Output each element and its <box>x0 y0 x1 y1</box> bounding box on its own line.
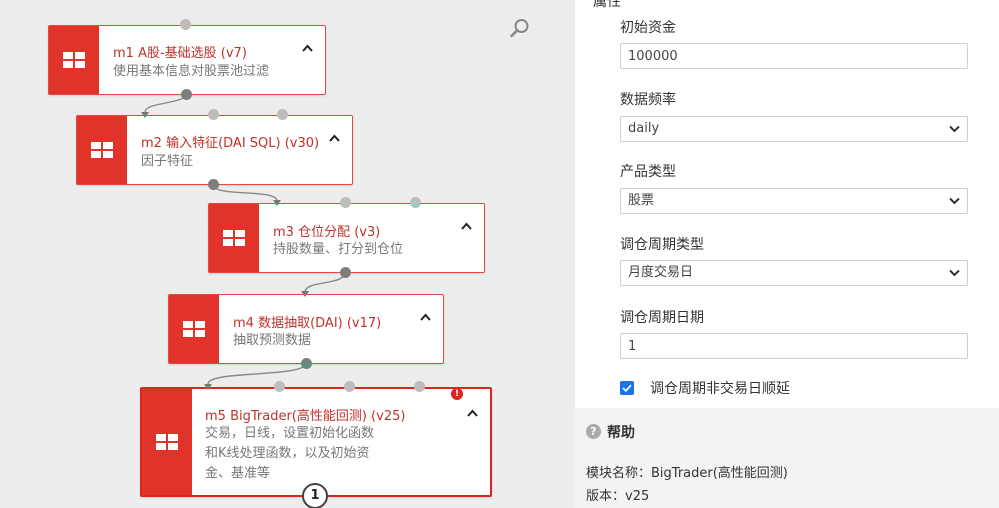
module-title: m2 输入特征(DAI SQL) (v30) <box>141 136 320 151</box>
run-count-badge: 1 <box>302 483 328 508</box>
module-title: m4 数据抽取(DAI) (v17) <box>233 316 382 331</box>
field-label: 产品类型 <box>620 164 676 180</box>
module-description: 使用基本信息对股票池过滤 <box>113 64 270 79</box>
help-version: 版本：v25 <box>586 489 650 504</box>
input-port[interactable] <box>410 197 421 208</box>
properties-panel: 属性 初始资金 数据频率 daily 产品类型 股票 调仓周期类型 月度交易日 … <box>575 0 999 408</box>
connection-arrow <box>301 291 309 297</box>
module-description: 因子特征 <box>141 154 194 169</box>
select-value: 股票 <box>628 193 655 208</box>
help-module-name: 模块名称：BigTrader(高性能回测) <box>586 466 788 481</box>
help-panel: ? 帮助 模块名称：BigTrader(高性能回测) 版本：v25 <box>575 408 999 508</box>
collapse-toggle-icon[interactable] <box>458 218 474 234</box>
field-label: 数据频率 <box>620 92 676 108</box>
module-node-m5[interactable]: m5 BigTrader(高性能回测) (v25) 交易，日线，设置初始化函数 … <box>140 387 492 497</box>
rebalance-period-type-select[interactable]: 月度交易日 <box>620 260 968 286</box>
field-label: 调仓周期类型 <box>620 237 704 253</box>
collapse-toggle-icon[interactable] <box>417 309 433 325</box>
help-icon: ? <box>586 424 601 439</box>
product-type-select[interactable]: 股票 <box>620 188 968 214</box>
module-node-m1[interactable]: m1 A股-基础选股 (v7) 使用基本信息对股票池过滤 <box>48 25 326 95</box>
postpone-checkbox[interactable] <box>620 381 634 395</box>
module-icon <box>142 389 192 495</box>
module-icon <box>49 26 99 94</box>
collapse-toggle-icon[interactable] <box>464 405 480 421</box>
checkmark-icon <box>622 384 632 392</box>
module-title: m3 仓位分配 (v3) <box>273 225 381 240</box>
checkbox-label: 调仓周期非交易日顺延 <box>650 381 790 397</box>
postpone-non-trading-day-row[interactable]: 调仓周期非交易日顺延 <box>620 379 790 397</box>
module-description: 持股数量、打分到仓位 <box>273 242 404 257</box>
input-port[interactable] <box>208 109 219 120</box>
error-indicator-icon: ! <box>451 388 463 400</box>
input-port[interactable] <box>180 19 191 30</box>
input-port[interactable] <box>414 381 425 392</box>
module-icon <box>169 295 219 363</box>
chevron-down-icon <box>949 125 960 133</box>
module-description-line: 交易，日线，设置初始化函数 <box>205 426 375 441</box>
module-description-line: 和K线处理函数，以及初始资 <box>205 446 370 461</box>
input-port[interactable] <box>344 381 355 392</box>
select-value: 月度交易日 <box>628 265 694 280</box>
field-label: 调仓周期日期 <box>620 310 704 326</box>
search-icon[interactable] <box>509 17 531 39</box>
module-node-m3[interactable]: m3 仓位分配 (v3) 持股数量、打分到仓位 <box>208 203 485 273</box>
field-label: 初始资金 <box>620 20 676 36</box>
input-port[interactable] <box>340 197 351 208</box>
chevron-down-icon <box>949 269 960 277</box>
select-value: daily <box>628 121 660 136</box>
chevron-down-icon <box>949 197 960 205</box>
module-node-m2[interactable]: m2 输入特征(DAI SQL) (v30) 因子特征 <box>76 115 353 185</box>
module-icon <box>209 204 259 272</box>
module-node-m4[interactable]: m4 数据抽取(DAI) (v17) 抽取预测数据 <box>168 294 444 364</box>
workflow-canvas[interactable]: m1 A股-基础选股 (v7) 使用基本信息对股票池过滤 m2 输入特征(DAI… <box>0 0 575 508</box>
collapse-toggle-icon[interactable] <box>299 40 315 56</box>
initial-capital-input[interactable] <box>620 43 968 69</box>
output-port[interactable] <box>301 358 312 369</box>
module-icon <box>77 116 127 184</box>
help-title: 帮助 <box>607 425 635 441</box>
rebalance-date-input[interactable] <box>620 333 968 359</box>
input-port[interactable] <box>277 109 288 120</box>
module-title: m1 A股-基础选股 (v7) <box>113 46 247 61</box>
collapse-toggle-icon[interactable] <box>326 130 342 146</box>
module-title: m5 BigTrader(高性能回测) (v25) <box>205 409 406 424</box>
connection-arrow <box>273 200 281 206</box>
output-port[interactable] <box>340 267 351 278</box>
module-description: 抽取预测数据 <box>233 333 312 348</box>
panel-heading: 属性 <box>593 0 621 10</box>
connection-arrow <box>204 384 212 390</box>
connection-arrow <box>141 112 149 118</box>
input-port[interactable] <box>274 381 285 392</box>
data-frequency-select[interactable]: daily <box>620 116 968 142</box>
module-description-line: 金、基准等 <box>205 466 271 481</box>
output-port[interactable] <box>181 89 192 100</box>
output-port[interactable] <box>208 179 219 190</box>
